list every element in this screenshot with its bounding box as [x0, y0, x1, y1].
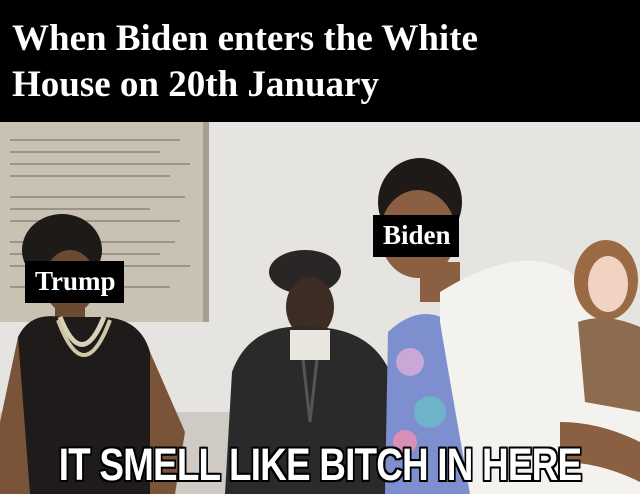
person-far-right [574, 240, 640, 412]
meme-title: When Biden enters the White House on 20t… [0, 0, 640, 122]
label-biden: Biden [373, 215, 459, 257]
meme-image: When Biden enters the White House on 20t… [0, 0, 640, 494]
label-trump: Trump [25, 261, 124, 303]
meme-title-line-2: House on 20th January [12, 64, 379, 105]
meme-title-line-1: When Biden enters the White [12, 18, 478, 59]
plaque-edge [203, 122, 209, 322]
meme-caption: IT SMELL LIKE BITCH IN HERE [58, 439, 582, 490]
